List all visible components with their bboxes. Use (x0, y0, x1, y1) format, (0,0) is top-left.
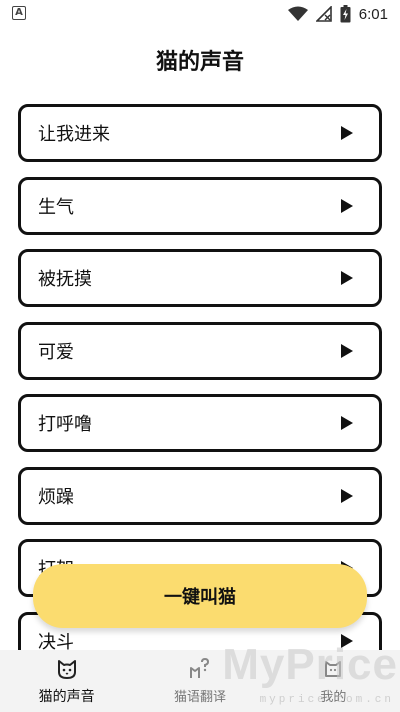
cat-profile-icon (325, 661, 342, 677)
tab-label: 我的 (320, 690, 347, 705)
play-icon[interactable] (341, 198, 353, 213)
one-key-meow-button[interactable]: 一键叫猫 (33, 564, 367, 628)
battery-icon (340, 5, 351, 23)
sound-item-label: 打呼噜 (38, 414, 92, 435)
status-icons: 6:01 (287, 3, 388, 25)
cat-question-icon (189, 658, 209, 678)
signal-icon (315, 6, 332, 22)
sound-item[interactable]: 烦躁 (18, 466, 382, 525)
wifi-icon (287, 6, 308, 21)
tab-label: 猫的声音 (38, 689, 95, 705)
bottom-nav: 猫的声音 猫语翻译 我的 (0, 650, 400, 712)
sound-item[interactable]: 打呼噜 (18, 394, 382, 452)
tab-cat-sounds[interactable]: 猫的声音 (0, 650, 133, 712)
sound-item-label: 烦躁 (38, 486, 74, 508)
play-icon[interactable] (341, 488, 353, 503)
sound-item-label: 可爱 (38, 341, 74, 363)
sound-item[interactable]: 可爱 (18, 321, 382, 380)
play-icon[interactable] (341, 633, 353, 648)
sound-item[interactable]: 让我进来 (18, 104, 382, 162)
cat-face-icon (57, 660, 76, 679)
notification-a-icon: A (12, 6, 26, 20)
play-icon[interactable] (341, 126, 353, 140)
sound-item[interactable]: 生气 (18, 176, 382, 235)
status-bar: A 6:01 (0, 0, 400, 28)
page-title: 猫的声音 (155, 50, 244, 75)
sound-item[interactable]: 被抚摸 (18, 249, 382, 307)
status-time: 6:01 (358, 5, 388, 23)
sound-item-label: 被抚摸 (38, 269, 92, 290)
tab-label: 猫语翻译 (173, 690, 226, 705)
sound-item-label: 生气 (38, 196, 74, 218)
play-icon[interactable] (341, 343, 353, 358)
tab-cat-translate[interactable]: 猫语翻译 (133, 650, 266, 712)
play-icon[interactable] (341, 271, 353, 285)
tab-mine[interactable]: 我的 (267, 650, 400, 712)
sound-item-label: 让我进来 (38, 124, 110, 145)
play-icon[interactable] (341, 416, 353, 430)
